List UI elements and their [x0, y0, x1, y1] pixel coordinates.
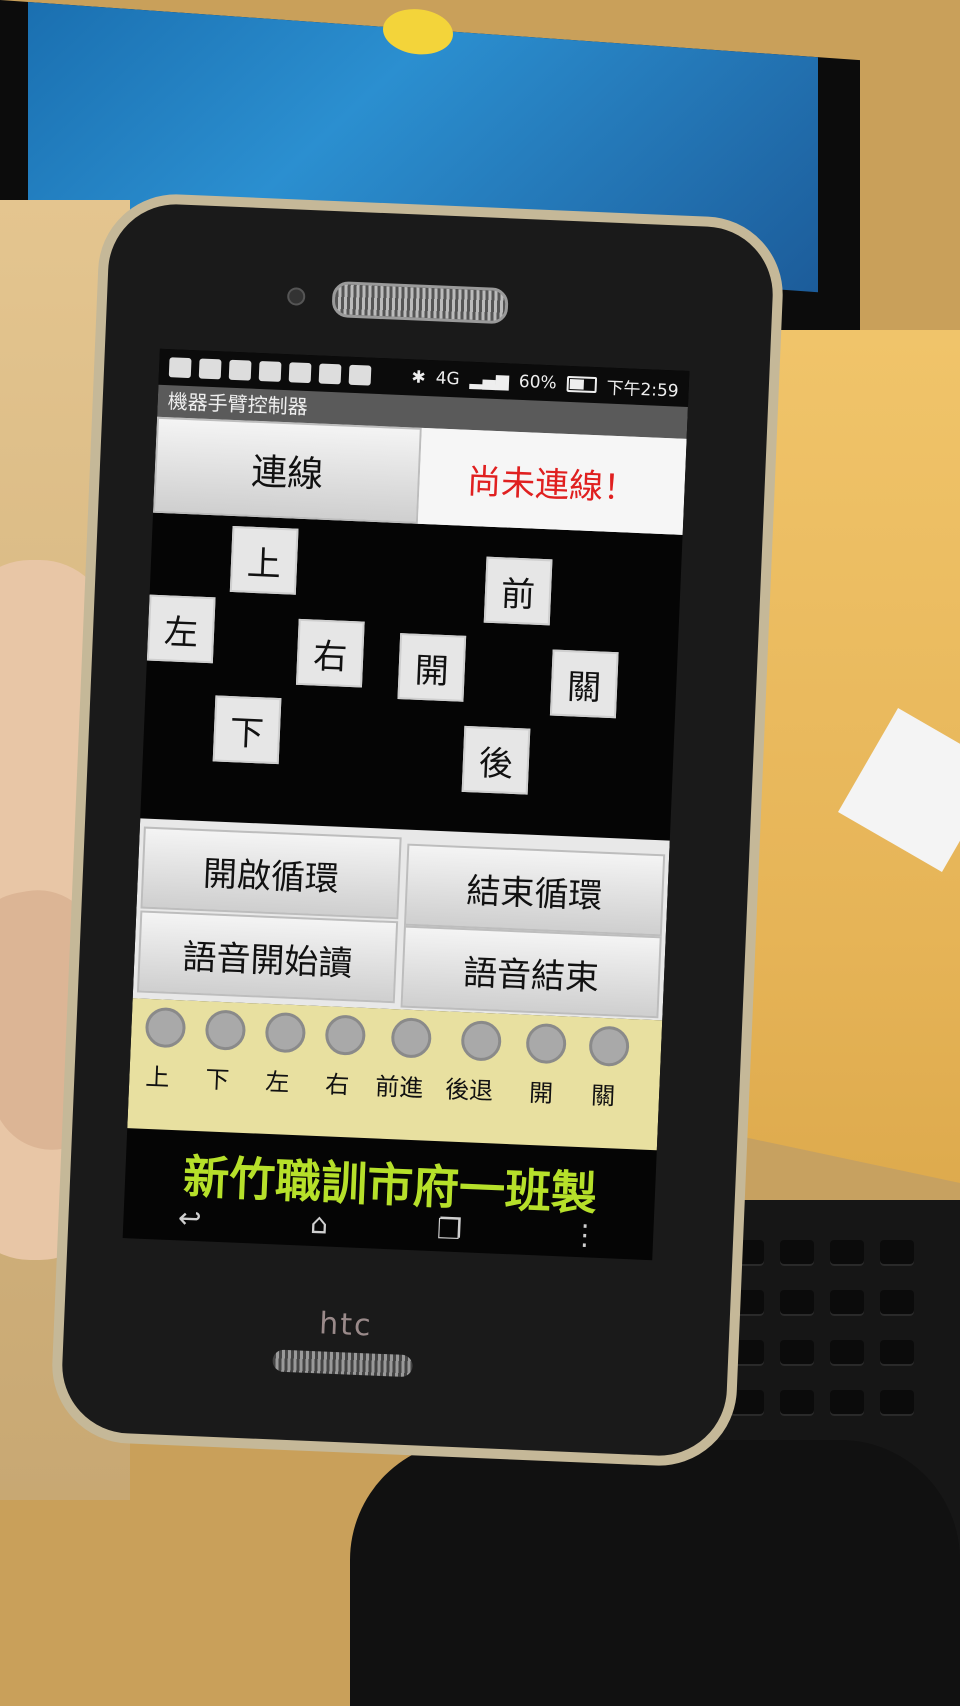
- clock: 下午2:59: [606, 378, 680, 402]
- battery-percent: 60%: [518, 371, 558, 394]
- open-button[interactable]: 開: [397, 633, 467, 702]
- indicator-light: [588, 1025, 630, 1068]
- background-chair: [350, 1440, 960, 1706]
- facebook-icon: [198, 358, 222, 380]
- signal-icon: ▂▄▆: [469, 369, 510, 392]
- indicator-label: 前進: [374, 1072, 424, 1103]
- down-button[interactable]: 下: [212, 695, 282, 765]
- back-icon[interactable]: ↩: [177, 1201, 202, 1235]
- home-icon[interactable]: ⌂: [310, 1207, 329, 1241]
- indicator-label: 後退: [444, 1075, 494, 1106]
- indicator-label: 上: [144, 1062, 170, 1092]
- loop-end-button[interactable]: 結束循環: [403, 843, 666, 937]
- loop-start-button[interactable]: 開啟循環: [140, 826, 402, 920]
- indicator-label: 關: [590, 1081, 616, 1111]
- indicator-light: [460, 1020, 503, 1062]
- battery-icon: [566, 375, 597, 394]
- network-type: 4G: [435, 368, 461, 390]
- connection-status: 尚未連線！: [417, 427, 687, 535]
- voice-start-button[interactable]: 語音開始讀: [136, 910, 399, 1004]
- indicator-light: [204, 1009, 247, 1051]
- connect-button[interactable]: 連線: [153, 416, 422, 524]
- message-icon: [348, 364, 372, 386]
- bluetooth-icon: ✱: [411, 367, 427, 388]
- status-right: ✱ 4G ▂▄▆ 60% 下午2:59: [411, 365, 679, 401]
- left-button[interactable]: 左: [146, 594, 216, 664]
- back-button[interactable]: 後: [461, 725, 531, 795]
- indicator-label: 左: [264, 1067, 290, 1097]
- indicator-panel: 上 下 左 右 前進 後退 開 關: [127, 998, 663, 1151]
- wallpaper-sun: [383, 6, 453, 57]
- indicator-label: 開: [528, 1078, 554, 1108]
- brand-logo: htc: [318, 1306, 374, 1344]
- phone: ✱ 4G ▂▄▆ 60% 下午2:59 機器手臂控制器 連線 尚未連線！ 上 左…: [49, 191, 786, 1469]
- recent-apps-icon[interactable]: ❐: [436, 1212, 462, 1246]
- right-button[interactable]: 右: [295, 618, 365, 688]
- close-button[interactable]: 關: [549, 649, 619, 719]
- voice-end-button[interactable]: 語音結束: [400, 925, 662, 1019]
- up-button[interactable]: 上: [229, 525, 299, 595]
- indicator-label: 下: [204, 1065, 230, 1095]
- back-notification-icon: [168, 357, 192, 379]
- notification-icons: [168, 357, 372, 386]
- earpiece-speaker: [331, 280, 509, 325]
- bottom-speaker: [272, 1349, 413, 1378]
- indicator-light: [390, 1017, 433, 1059]
- menu-icon[interactable]: ⋮: [570, 1218, 599, 1252]
- phone-screen: ✱ 4G ▂▄▆ 60% 下午2:59 機器手臂控制器 連線 尚未連線！ 上 左…: [122, 348, 690, 1261]
- facebook-icon: [228, 359, 252, 381]
- loop-controls: 開啟循環 結束循環 語音開始讀 語音結束: [132, 818, 670, 1021]
- forward-button[interactable]: 前: [483, 556, 553, 626]
- indicator-light: [324, 1014, 367, 1056]
- photo-icon: [258, 360, 282, 382]
- indicator-light: [264, 1011, 307, 1054]
- control-pad: 上 左 右 下 前 開 關 後: [140, 513, 682, 835]
- front-camera: [286, 287, 306, 306]
- indicator-label: 右: [324, 1070, 350, 1100]
- mail-icon: [288, 362, 312, 384]
- camera-icon: [318, 363, 342, 385]
- indicator-light: [525, 1022, 567, 1065]
- indicator-light: [144, 1006, 187, 1049]
